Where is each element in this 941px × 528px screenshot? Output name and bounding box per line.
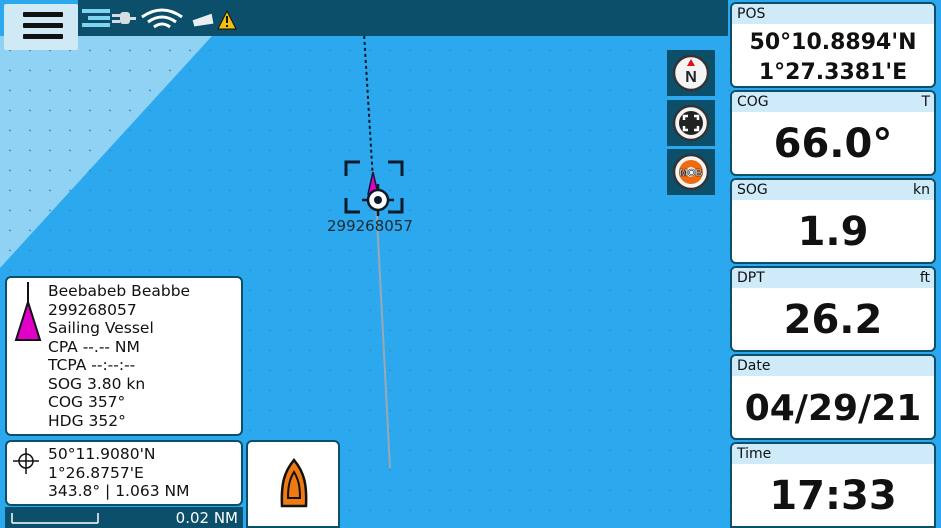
vessel-name: Beebabeb Beabbe <box>48 282 191 300</box>
pos-label: POS <box>737 6 766 22</box>
cursor-bearing-range: 343.8° | 1.063 NM <box>48 482 190 500</box>
time-label: Time <box>737 446 772 462</box>
scale-bar: 0.02 NM <box>5 507 243 528</box>
scale-ruler <box>11 513 99 524</box>
menu-icon-bar <box>23 34 63 39</box>
crosshair-icon <box>13 448 39 474</box>
vessel-sog: SOG 3.80 kn <box>48 374 146 393</box>
pos-longitude: 1°27.3381'E <box>758 59 908 85</box>
ais-icon <box>82 9 110 27</box>
scale-label: 0.02 NM <box>175 509 238 527</box>
own-boat-button[interactable] <box>246 440 340 528</box>
sog-value: 1.9 <box>797 209 869 255</box>
dpt-panel[interactable]: DPT ft 26.2 <box>730 266 936 352</box>
time-panel[interactable]: Time 17:33 <box>730 442 936 528</box>
vessel-hdg: HDG 352° <box>48 411 126 430</box>
menu-button[interactable] <box>4 4 78 50</box>
pos-panel[interactable]: POS 50°10.8894'N 1°27.3381'E <box>730 2 936 88</box>
vessel-cpa: CPA --.-- NM <box>48 337 140 356</box>
mob-icon: MOB <box>672 153 710 191</box>
cursor-longitude: 1°26.8757'E <box>48 463 144 482</box>
svg-text:N: N <box>685 69 697 86</box>
date-panel[interactable]: Date 04/29/21 <box>730 354 936 440</box>
dpt-label: DPT <box>737 270 765 286</box>
sailing-vessel-icon <box>14 282 42 341</box>
dpt-unit: ft <box>919 270 930 286</box>
date-panel-header: Date <box>732 356 934 376</box>
cog-unit: T <box>921 94 930 110</box>
cursor-latitude: 50°11.9080'N <box>48 445 156 463</box>
expand-icon <box>672 104 710 142</box>
dpt-panel-header: DPT ft <box>732 268 934 288</box>
plug-icon <box>112 12 136 24</box>
vessel-type: Sailing Vessel <box>48 319 154 337</box>
cog-label: COG <box>737 94 769 110</box>
time-value: 17:33 <box>769 473 897 519</box>
date-label: Date <box>737 358 771 374</box>
pos-latitude: 50°10.8894'N <box>749 29 917 55</box>
wifi-icon <box>141 8 183 29</box>
menu-icon-bar <box>23 23 63 28</box>
boat-alert-icon <box>191 9 237 30</box>
own-boat-icon <box>280 458 308 508</box>
cog-panel-header: COG T <box>732 92 934 112</box>
status-icons <box>82 8 237 30</box>
cursor-position-card[interactable]: 50°11.9080'N 1°26.8757'E 343.8° | 1.063 … <box>5 440 243 506</box>
sog-unit: kn <box>913 182 930 198</box>
cog-value: 66.0° <box>773 121 893 167</box>
sog-panel[interactable]: SOG kn 1.9 <box>730 178 936 264</box>
sog-label: SOG <box>737 182 768 198</box>
center-button[interactable] <box>667 100 715 146</box>
time-panel-header: Time <box>732 444 934 464</box>
vessel-cog: COG 357° <box>48 393 126 411</box>
svg-text:MOB: MOB <box>679 168 702 179</box>
menu-icon-bar <box>23 12 63 17</box>
sog-panel-header: SOG kn <box>732 180 934 200</box>
mob-button[interactable]: MOB <box>667 149 715 195</box>
dpt-value: 26.2 <box>783 297 883 343</box>
target-mmsi-label: 299268057 <box>327 217 413 235</box>
pos-panel-header: POS <box>732 4 934 24</box>
north-icon: N <box>672 54 710 92</box>
date-value: 04/29/21 <box>744 387 922 429</box>
cog-panel[interactable]: COG T 66.0° <box>730 90 936 176</box>
vessel-mmsi: 299268057 <box>48 300 137 319</box>
north-up-button[interactable]: N <box>667 50 715 96</box>
vessel-info-card[interactable]: Beebabeb Beabbe 299268057 Sailing Vessel… <box>5 276 243 436</box>
vessel-tcpa: TCPA --:--:-- <box>48 356 136 374</box>
